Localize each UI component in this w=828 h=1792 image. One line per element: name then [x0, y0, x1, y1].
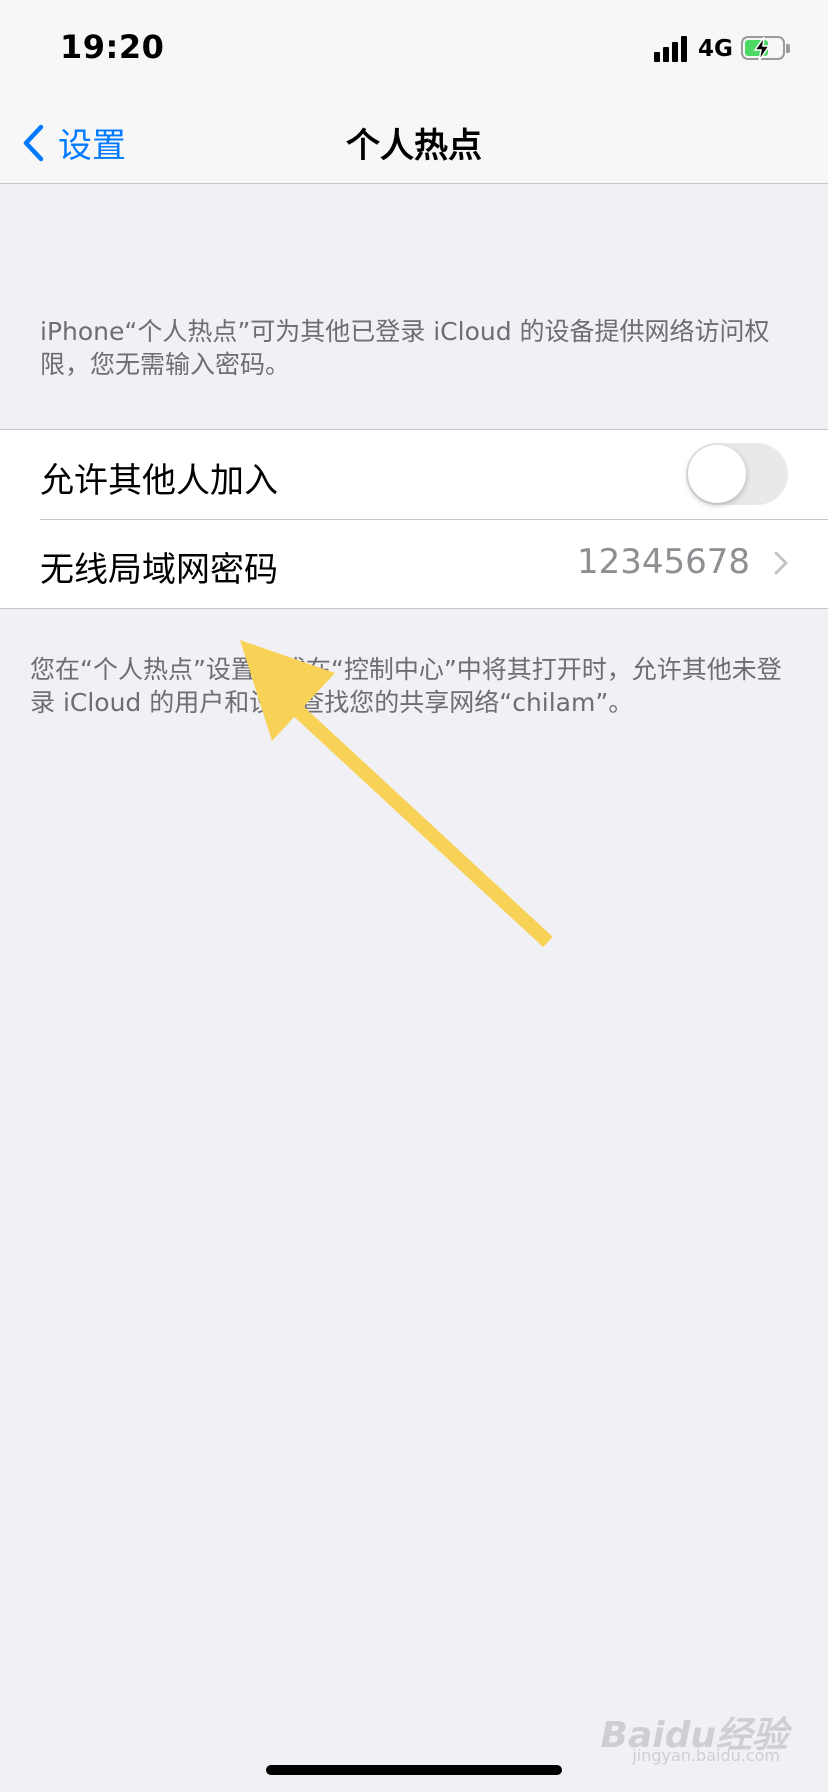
- home-indicator[interactable]: [266, 1765, 562, 1775]
- annotation-arrow: [240, 640, 553, 948]
- watermark-url: jingyan.baidu.com: [632, 1746, 780, 1765]
